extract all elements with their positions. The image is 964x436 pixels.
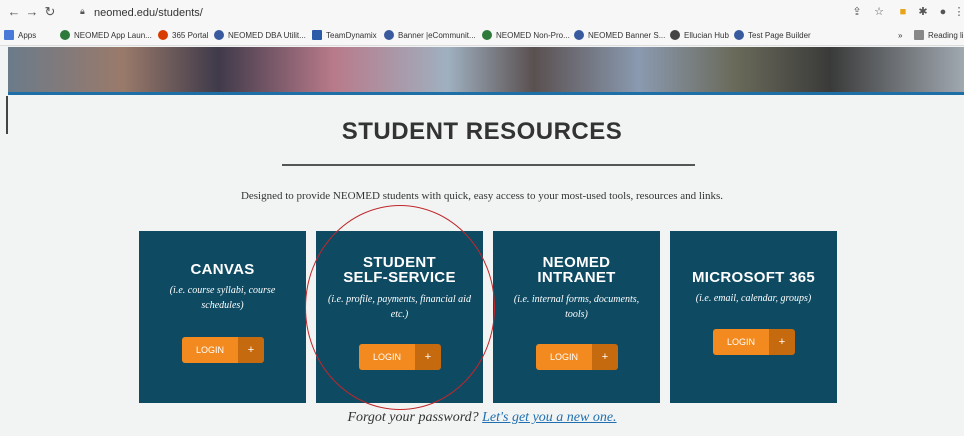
canvas-login-button[interactable]: LOGIN +: [182, 337, 264, 363]
neomed-logo-icon: [214, 30, 224, 40]
card-title: MICROSOFT 365: [691, 269, 816, 286]
hero-accent-band: [8, 92, 964, 95]
back-arrow-icon[interactable]: ←: [6, 4, 22, 20]
title-divider: [282, 164, 695, 166]
plus-icon: +: [238, 337, 264, 363]
bookmark-non-profit[interactable]: NEOMED Non-Pro...: [482, 28, 570, 44]
microsoft-365-login-button[interactable]: LOGIN +: [713, 329, 795, 355]
bookmark-neomed-app[interactable]: NEOMED App Laun...: [60, 28, 152, 44]
page-title: STUDENT RESOURCES: [341, 118, 623, 145]
card-title-line-2: INTRANET: [537, 269, 616, 286]
profile-avatar-icon[interactable]: ●: [936, 5, 950, 19]
hero-banner-image: [8, 47, 964, 95]
bookmark-dba-utilities[interactable]: NEOMED DBA Utilit...: [214, 28, 306, 44]
card-canvas: CANVAS (i.e. course syllabi, course sche…: [139, 231, 306, 403]
neomed-logo-icon: [574, 30, 584, 40]
bookmark-ellucian-hub[interactable]: Ellucian Hub: [670, 28, 729, 44]
card-subtitle: (i.e. email, calendar, groups): [695, 293, 812, 304]
login-label: LOGIN: [182, 337, 238, 363]
card-subtitle: (i.e. course syllabi, course schedules): [169, 285, 276, 311]
puzzle-icon[interactable]: ✱: [916, 5, 930, 19]
reset-password-link[interactable]: Let's get you a new one.: [482, 410, 616, 425]
share-icon[interactable]: ⇪: [850, 5, 864, 19]
forgot-password-text: Forgot your password?: [347, 410, 479, 425]
intranet-login-button[interactable]: LOGIN +: [536, 344, 618, 370]
forgot-password-line: Forgot your password? Let's get you a ne…: [0, 410, 964, 426]
reading-list[interactable]: Reading li: [914, 28, 964, 44]
plus-icon: +: [769, 329, 795, 355]
more-bookmarks-chevron-icon[interactable]: »: [898, 28, 902, 44]
apps-grid-icon: [4, 30, 14, 40]
menu-kebab-icon[interactable]: ⋮: [952, 5, 964, 19]
bookmark-banner-s[interactable]: NEOMED Banner S...: [574, 28, 665, 44]
extension-icon[interactable]: ■: [896, 5, 910, 19]
teamdynamix-icon: [312, 30, 322, 40]
neomed-logo-icon: [384, 30, 394, 40]
ellucian-icon: [670, 30, 680, 40]
card-neomed-intranet: NEOMED INTRANET (i.e. internal forms, do…: [493, 231, 660, 403]
bookmark-apps[interactable]: Apps: [4, 28, 36, 44]
lock-icon[interactable]: 🔒︎: [80, 6, 89, 18]
reading-list-icon: [914, 30, 924, 40]
plus-icon: +: [592, 344, 618, 370]
annotation-circle: [305, 205, 495, 410]
neomed-leaf-icon: [482, 30, 492, 40]
card-subtitle: (i.e. internal forms, documents, tools): [513, 294, 640, 320]
login-label: LOGIN: [536, 344, 592, 370]
neomed-leaf-icon: [60, 30, 70, 40]
neomed-logo-icon: [734, 30, 744, 40]
browser-chrome: ← → ↻ 🔒︎ neomed.edu/students/ ⇪ ☆ ■ ✱ ● …: [0, 0, 964, 46]
login-label: LOGIN: [713, 329, 769, 355]
reload-icon[interactable]: ↻: [42, 4, 58, 20]
office-icon: [158, 30, 168, 40]
bookmark-teamdynamix[interactable]: TeamDynamix: [312, 28, 377, 44]
page-description: Designed to provide NEOMED students with…: [240, 190, 724, 202]
url-text[interactable]: neomed.edu/students/: [94, 4, 203, 22]
bookmark-test-page-builder[interactable]: Test Page Builder: [734, 28, 811, 44]
bookmark-365-portal[interactable]: 365 Portal: [158, 28, 208, 44]
browser-navbar: ← → ↻ 🔒︎ neomed.edu/students/ ⇪ ☆ ■ ✱ ● …: [0, 0, 964, 26]
card-microsoft-365: MICROSOFT 365 (i.e. email, calendar, gro…: [670, 231, 837, 403]
card-title: CANVAS: [190, 261, 255, 278]
forward-arrow-icon[interactable]: →: [24, 4, 40, 20]
bookmark-star-icon[interactable]: ☆: [872, 5, 886, 19]
bookmark-banner-ecommunities[interactable]: Banner |eCommunit...: [384, 28, 476, 44]
bookmarks-bar: Apps NEOMED App Laun... 365 Portal NEOME…: [0, 27, 964, 45]
